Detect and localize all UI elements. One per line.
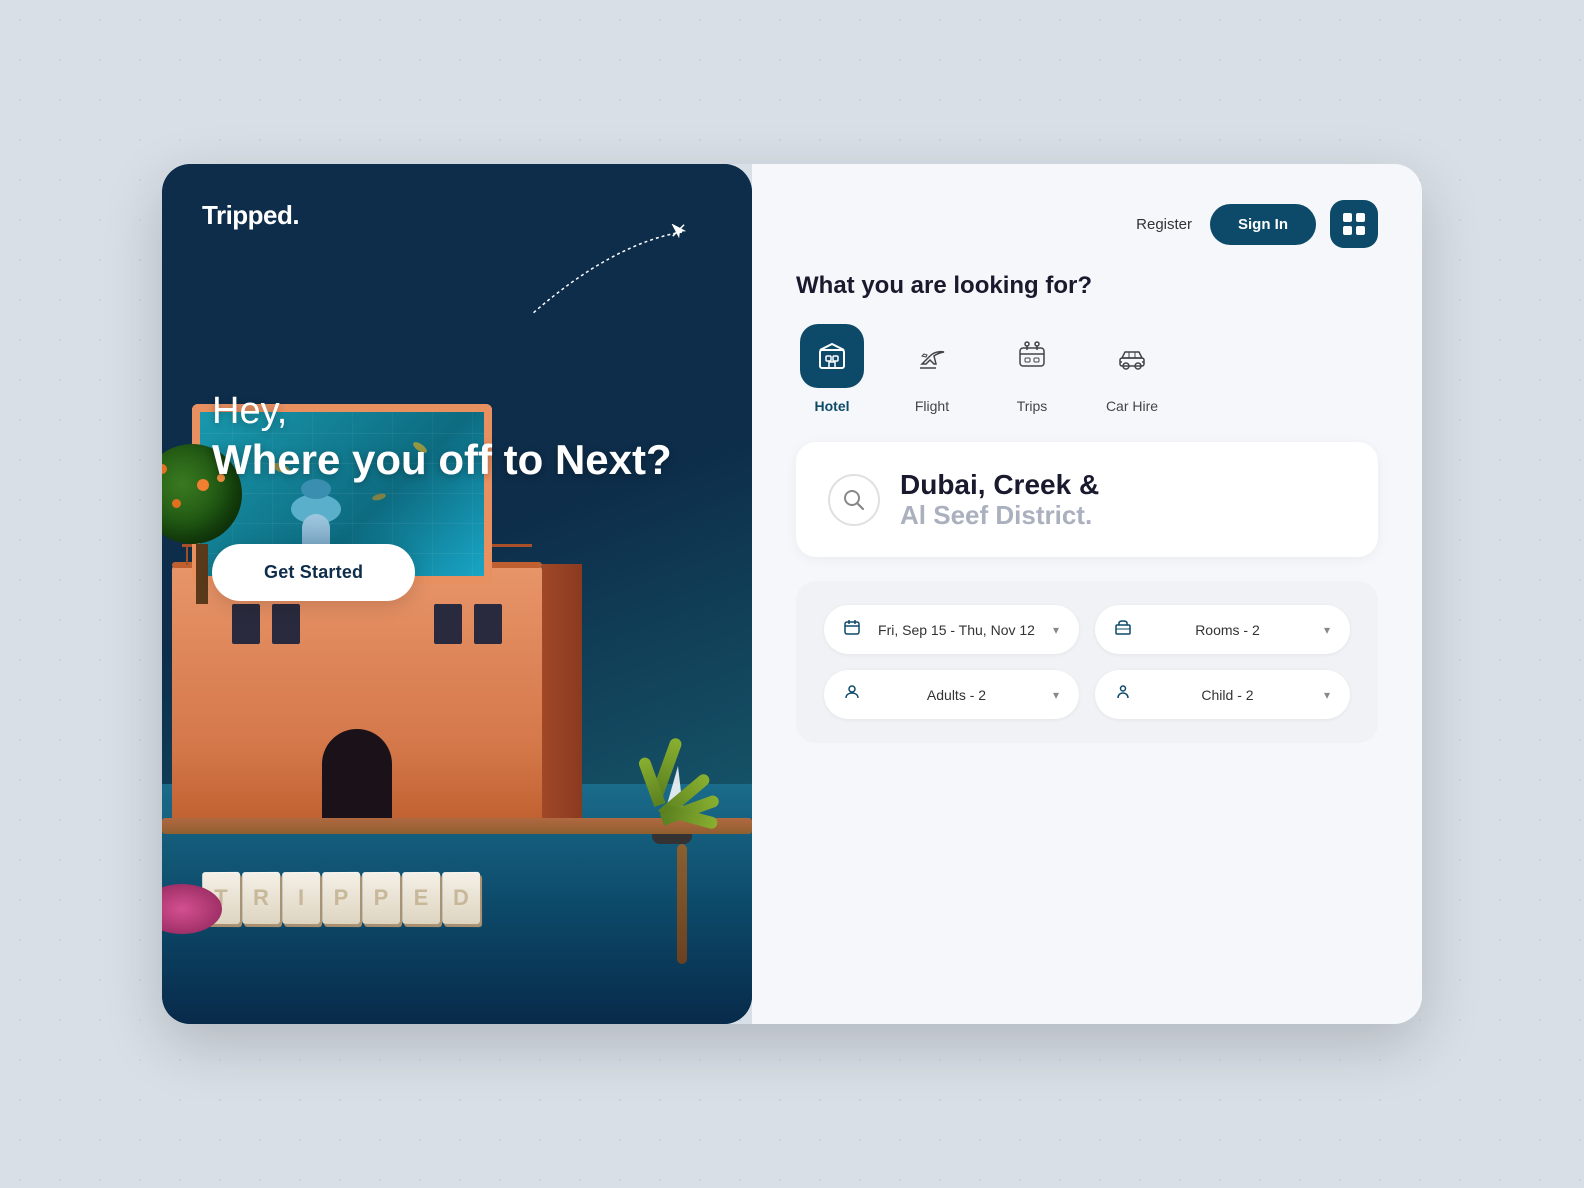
child-icon xyxy=(1115,684,1131,705)
flowers xyxy=(162,884,222,944)
location-search[interactable]: Dubai, Creek & Al Seef District. xyxy=(796,442,1378,557)
adults-icon xyxy=(844,684,860,705)
scene: T R I P P E D xyxy=(162,404,752,1024)
get-started-button[interactable]: Get Started xyxy=(212,544,415,601)
location-text: Dubai, Creek & Al Seef District. xyxy=(900,470,1346,529)
calendar-icon xyxy=(844,619,860,640)
child-label: Child - 2 xyxy=(1141,687,1314,703)
search-icon xyxy=(843,489,865,511)
tagline: Hey, Where you off to Next? xyxy=(212,384,672,485)
category-flight[interactable]: Flight xyxy=(896,320,968,418)
rooms-icon xyxy=(1115,619,1131,640)
flight-label: Flight xyxy=(915,398,949,414)
category-hotel[interactable]: Hotel xyxy=(796,320,868,418)
tripped-sign: T R I P P E D xyxy=(202,872,480,924)
child-dropdown[interactable]: Child - 2 ▾ xyxy=(1095,670,1350,719)
apps-grid-icon xyxy=(1343,213,1365,235)
trips-icon-wrap xyxy=(1000,324,1064,388)
category-car-hire[interactable]: Car Hire xyxy=(1096,320,1168,418)
car-hire-icon xyxy=(1116,340,1148,372)
right-panel: Register Sign In What you are looking fo… xyxy=(752,164,1422,1024)
category-tabs: Hotel Flight xyxy=(796,320,1378,418)
search-icon-circle xyxy=(828,474,880,526)
flight-icon xyxy=(916,340,948,372)
rooms-label: Rooms - 2 xyxy=(1141,622,1314,638)
trips-icon xyxy=(1016,340,1048,372)
signin-button[interactable]: Sign In xyxy=(1210,204,1316,245)
location-main: Dubai, Creek & xyxy=(900,470,1346,501)
hotel-icon xyxy=(816,340,848,372)
adults-dropdown[interactable]: Adults - 2 ▾ xyxy=(824,670,1079,719)
palm-tree xyxy=(632,779,732,964)
location-sub: Al Seef District. xyxy=(900,501,1346,530)
car-hire-label: Car Hire xyxy=(1106,398,1158,414)
apps-button[interactable] xyxy=(1330,200,1378,248)
left-panel: Tripped. Hey, Where you off to Next? Get… xyxy=(162,164,752,1024)
trips-label: Trips xyxy=(1017,398,1048,414)
header: Register Sign In xyxy=(796,200,1378,248)
register-button[interactable]: Register xyxy=(1132,208,1196,241)
rooms-arrow-icon: ▾ xyxy=(1324,623,1330,637)
rooms-dropdown[interactable]: Rooms - 2 ▾ xyxy=(1095,605,1350,654)
flight-icon-wrap xyxy=(900,324,964,388)
car-hire-icon-wrap xyxy=(1100,324,1164,388)
dates-label: Fri, Sep 15 - Thu, Nov 12 xyxy=(870,622,1043,638)
adults-label: Adults - 2 xyxy=(870,687,1043,703)
tagline-line1: Hey, xyxy=(212,390,287,432)
dates-arrow-icon: ▾ xyxy=(1053,623,1059,637)
hotel-icon-wrap xyxy=(800,324,864,388)
child-arrow-icon: ▾ xyxy=(1324,688,1330,702)
section-heading: What you are looking for? xyxy=(796,272,1378,300)
adults-arrow-icon: ▾ xyxy=(1053,688,1059,702)
search-section: What you are looking for? Hotel xyxy=(796,272,1378,418)
hotel-label: Hotel xyxy=(815,398,850,414)
dates-dropdown[interactable]: Fri, Sep 15 - Thu, Nov 12 ▾ xyxy=(824,605,1079,654)
logo: Tripped. xyxy=(202,200,299,231)
tagline-line2: Where you off to Next? xyxy=(212,436,672,483)
category-trips[interactable]: Trips xyxy=(996,320,1068,418)
airplane-trail xyxy=(512,224,692,329)
main-card: Tripped. Hey, Where you off to Next? Get… xyxy=(162,164,1422,1024)
booking-controls: Fri, Sep 15 - Thu, Nov 12 ▾ Rooms - 2 ▾ xyxy=(796,581,1378,743)
